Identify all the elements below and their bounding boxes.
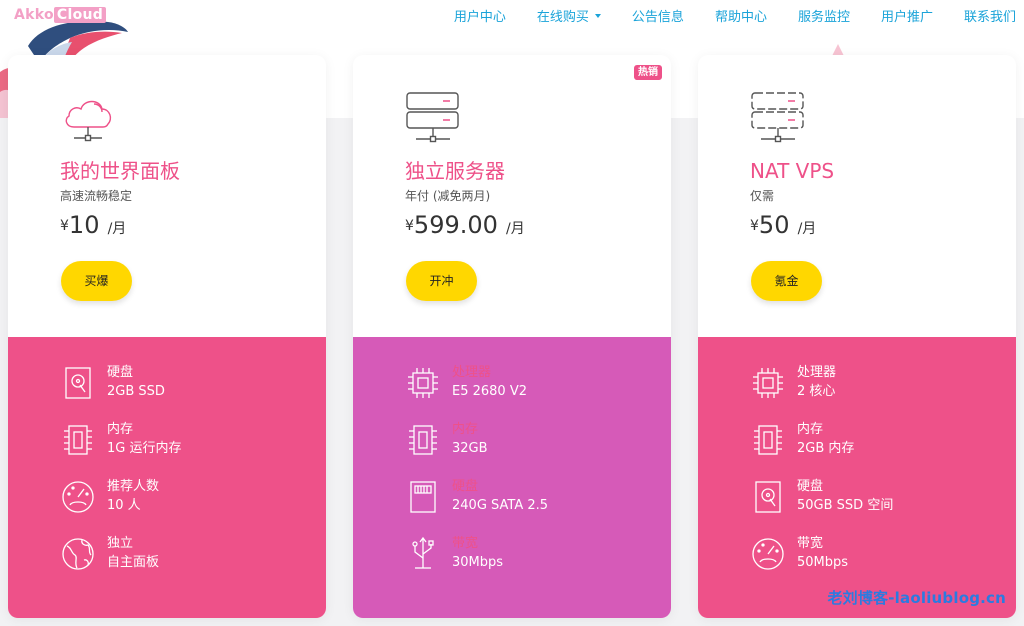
feature-label: 硬盘 <box>797 479 824 494</box>
feature-label: 独立 <box>107 536 134 551</box>
gauge-icon <box>752 538 784 570</box>
memory-icon <box>64 425 92 455</box>
logo-text-cloud: Cloud <box>53 7 107 23</box>
feature-label: 硬盘 <box>452 479 479 494</box>
plan-name: 我的世界面板 <box>60 159 180 183</box>
nav-contact-us[interactable]: 联系我们 <box>964 9 1016 27</box>
feature-label: 推荐人数 <box>107 479 160 494</box>
plan-features: 处理器 2 核心 内存 2GB 内存 硬盘 50GB SSD 空间 带宽 50M… <box>698 337 1016 618</box>
feature-label: 硬盘 <box>107 365 134 380</box>
feature-item: 硬盘 50GB SSD 空间 <box>750 479 1010 523</box>
cpu-icon <box>408 368 438 398</box>
feature-value: 10 人 <box>107 498 141 513</box>
price-currency: ¥ <box>60 218 69 234</box>
nav-announcements[interactable]: 公告信息 <box>632 9 684 27</box>
feature-value: 2GB 内存 <box>797 441 855 456</box>
price-unit: /月 <box>107 221 127 237</box>
top-nav: 用户中心 在线购买 公告信息 帮助中心 服务监控 用户推广 联系我们 <box>423 9 1016 27</box>
feature-value: 1G 运行内存 <box>107 441 182 456</box>
feature-value: 自主面板 <box>107 555 160 570</box>
plan-card-header: 热销 独立服务器 年付 (减免两月) ¥599.00 /月 开冲 <box>353 55 671 337</box>
feature-value: 240G SATA 2.5 <box>452 498 549 513</box>
plan-card-header: NAT VPS 仅需 ¥50 /月 氪金 <box>698 55 1016 337</box>
price-currency: ¥ <box>750 218 759 234</box>
plan-price: ¥599.00 /月 <box>405 211 525 243</box>
feature-label: 内存 <box>797 422 824 437</box>
hot-badge: 热销 <box>634 65 662 80</box>
logo-text-akko: Akko <box>14 7 54 23</box>
usb-icon <box>412 536 434 569</box>
plan-card-minecraft-panel: 我的世界面板 高速流畅稳定 ¥10 /月 买爆 硬盘 2GB SSD 内存 1G… <box>8 55 326 618</box>
disk-icon <box>65 367 91 399</box>
server-icon <box>406 92 459 143</box>
feature-label: 带宽 <box>452 536 479 551</box>
plan-card-dedicated-server: 热销 独立服务器 年付 (减免两月) ¥599.00 /月 开冲 处理器 E5 … <box>353 55 671 618</box>
feature-item: 独立 自主面板 <box>60 536 320 580</box>
plan-card-header: 我的世界面板 高速流畅稳定 ¥10 /月 买爆 <box>8 55 326 337</box>
feature-label: 内存 <box>107 422 134 437</box>
plan-card-nat-vps: NAT VPS 仅需 ¥50 /月 氪金 处理器 2 核心 内存 2GB 内存 … <box>698 55 1016 618</box>
price-unit: /月 <box>506 221 525 237</box>
feature-value: 50GB SSD 空间 <box>797 498 894 513</box>
nav-user-promotion[interactable]: 用户推广 <box>881 9 933 27</box>
nav-online-purchase-label: 在线购买 <box>536 10 589 25</box>
buy-button[interactable]: 买爆 <box>61 261 132 301</box>
feature-item: 硬盘 240G SATA 2.5 <box>405 479 665 523</box>
logo-text: Akko Cloud <box>14 6 107 24</box>
plan-subtitle: 仅需 <box>750 189 775 203</box>
feature-value: 2GB SSD <box>107 384 165 399</box>
globe-icon <box>62 538 94 570</box>
plan-features: 处理器 E5 2680 V2 内存 32GB 硬盘 240G SATA 2.5 … <box>353 337 671 618</box>
feature-value: 30Mbps <box>452 555 504 570</box>
price-currency: ¥ <box>405 218 414 234</box>
feature-item: 内存 1G 运行内存 <box>60 422 320 466</box>
feature-label: 处理器 <box>797 365 837 380</box>
price-amount: 599.00 <box>413 211 498 239</box>
feature-item: 处理器 2 核心 <box>750 365 1010 409</box>
buy-button[interactable]: 开冲 <box>406 261 477 301</box>
feature-value: 2 核心 <box>797 384 836 399</box>
cpu-icon <box>753 368 783 398</box>
plan-subtitle: 年付 (减免两月) <box>405 189 491 203</box>
watermark: 老刘博客-laoliublog.cn <box>827 589 1006 607</box>
gauge-icon <box>62 481 94 513</box>
sd-card-icon <box>410 481 436 513</box>
chevron-down-icon <box>594 13 601 18</box>
feature-value: E5 2680 V2 <box>452 384 527 399</box>
feature-value: 32GB <box>452 441 488 456</box>
plan-name: NAT VPS <box>750 159 835 183</box>
plan-price: ¥10 /月 <box>60 211 126 243</box>
memory-icon <box>409 425 437 455</box>
feature-item: 内存 2GB 内存 <box>750 422 1010 466</box>
server-icon <box>751 92 804 143</box>
price-amount: 10 <box>68 211 100 239</box>
feature-label: 处理器 <box>452 365 492 380</box>
price-unit: /月 <box>797 221 817 237</box>
plan-name: 独立服务器 <box>405 159 505 183</box>
nav-help-center[interactable]: 帮助中心 <box>715 9 767 27</box>
feature-label: 带宽 <box>797 536 824 551</box>
plan-features: 硬盘 2GB SSD 内存 1G 运行内存 推荐人数 10 人 独立 自主面板 <box>8 337 326 618</box>
feature-item: 内存 32GB <box>405 422 665 466</box>
feature-value: 50Mbps <box>797 555 849 570</box>
disk-icon <box>755 481 781 513</box>
feature-item: 推荐人数 10 人 <box>60 479 320 523</box>
nav-service-monitor[interactable]: 服务监控 <box>798 9 850 27</box>
feature-item: 带宽 30Mbps <box>405 536 665 580</box>
cloud-icon <box>65 100 112 142</box>
feature-item: 处理器 E5 2680 V2 <box>405 365 665 409</box>
nav-online-purchase[interactable]: 在线购买 <box>537 9 601 27</box>
feature-label: 内存 <box>452 422 479 437</box>
memory-icon <box>754 425 782 455</box>
feature-item: 带宽 50Mbps <box>750 536 1010 580</box>
buy-button[interactable]: 氪金 <box>751 261 822 301</box>
nav-user-center[interactable]: 用户中心 <box>454 9 506 27</box>
plan-price: ¥50 /月 <box>750 211 816 243</box>
plan-subtitle: 高速流畅稳定 <box>60 189 133 203</box>
feature-item: 硬盘 2GB SSD <box>60 365 320 409</box>
price-amount: 50 <box>758 211 790 239</box>
